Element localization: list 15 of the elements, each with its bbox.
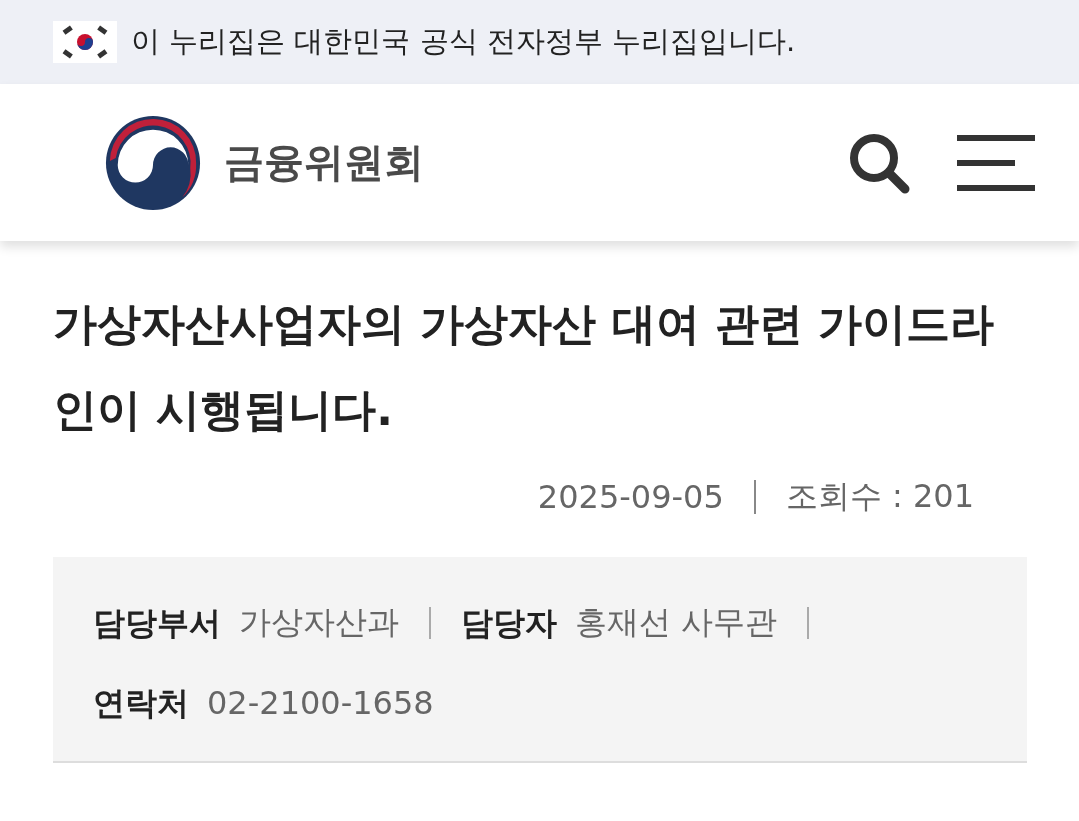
info-label: 담당자 <box>461 603 557 644</box>
info-label: 담당부서 <box>93 603 221 644</box>
menu-icon <box>957 134 1035 191</box>
view-count: 조회수 : 201 <box>785 476 974 517</box>
flag-icon <box>53 21 117 63</box>
info-value: 홍재선 사무관 <box>575 602 778 643</box>
info-label: 연락처 <box>93 683 189 724</box>
emblem-icon <box>104 113 202 212</box>
info-value: 02-2100-1658 <box>207 684 434 722</box>
menu-button[interactable] <box>957 134 1035 191</box>
post-date: 2025-09-05 <box>537 478 724 516</box>
banner-text: 이 누리집은 대한민국 공식 전자정부 누리집입니다. <box>131 23 796 60</box>
info-value: 가상자산과 <box>239 602 399 643</box>
article-title: 가상자산사업자의 가상자산 대여 관련 가이드라인이 시행됩니다. <box>53 297 996 437</box>
logo-link[interactable]: 금융위원회 <box>104 113 424 212</box>
